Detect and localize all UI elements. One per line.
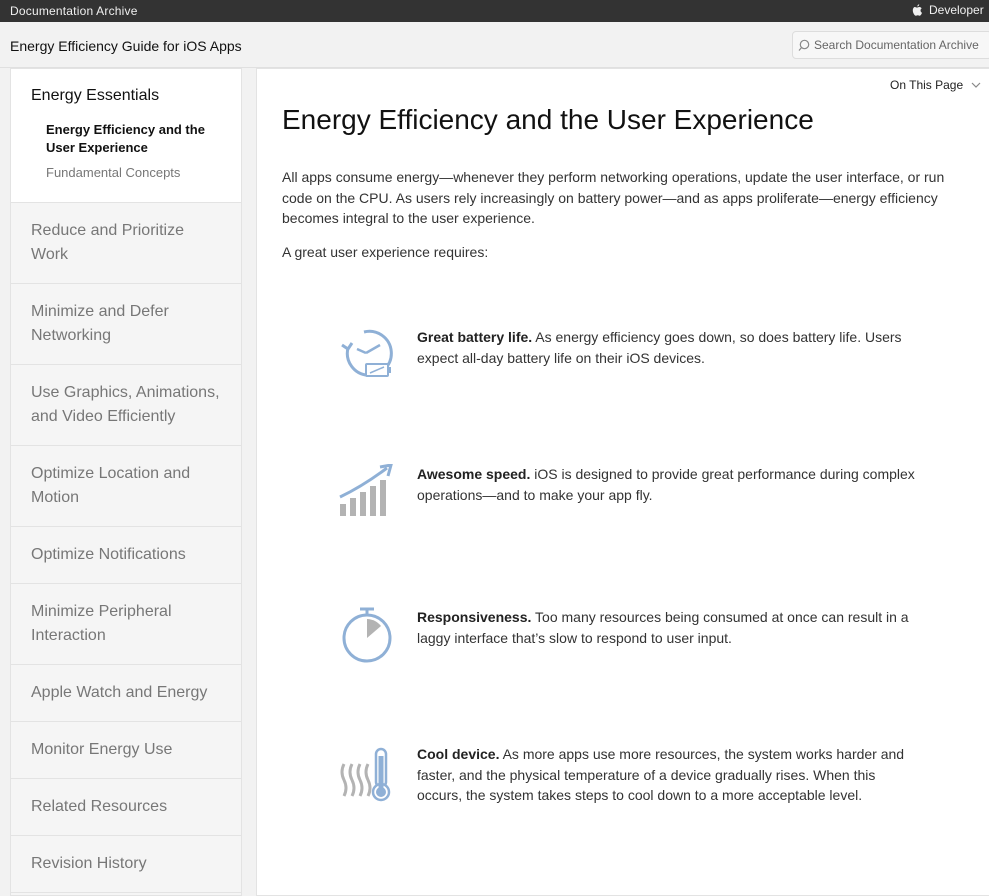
sidebar-item-monitor-energy[interactable]: Monitor Energy Use (11, 722, 241, 779)
search-box[interactable] (792, 31, 989, 59)
page-title: Energy Efficiency and the User Experienc… (282, 104, 814, 135)
on-this-page-label: On This Page (890, 78, 964, 92)
feature-cool-device-title: Cool device. (417, 746, 500, 762)
sidebar-item-related-resources[interactable]: Related Resources (11, 779, 241, 836)
sidebar: Energy Essentials Energy Efficiency and … (10, 68, 242, 896)
feature-speed-text: Awesome speed. iOS is designed to provid… (417, 464, 917, 505)
feature-responsiveness-title: Responsiveness. (417, 609, 532, 625)
top-bar: Documentation Archive Developer (0, 0, 989, 22)
sidebar-item-reduce-work[interactable]: Reduce and Prioritize Work (11, 203, 241, 284)
sidebar-subitem-fundamental-concepts[interactable]: Fundamental Concepts (31, 164, 221, 182)
sidebar-item-apple-watch[interactable]: Apple Watch and Energy (11, 665, 241, 722)
feature-battery-title: Great battery life. (417, 329, 533, 345)
sidebar-active-section: Energy Essentials Energy Efficiency and … (11, 69, 241, 203)
documentation-archive-link[interactable]: Documentation Archive (10, 4, 138, 18)
feature-battery-text: Great battery life. As energy efficiency… (417, 327, 917, 368)
on-this-page-dropdown[interactable]: On This Page (890, 78, 981, 92)
sidebar-section-energy-essentials[interactable]: Energy Essentials (31, 87, 221, 105)
search-input[interactable] (814, 38, 989, 52)
feature-cool-device-text: Cool device. As more apps use more resou… (417, 744, 917, 806)
sidebar-item-minimize-networking[interactable]: Minimize and Defer Networking (11, 284, 241, 365)
battery-clock-icon (341, 329, 393, 377)
speed-chart-icon (339, 464, 393, 516)
main-content: On This Page Energy Efficiency and the U… (256, 68, 989, 896)
sidebar-item-notifications[interactable]: Optimize Notifications (11, 527, 241, 584)
developer-link[interactable]: Developer (910, 3, 984, 17)
sidebar-item-peripheral[interactable]: Minimize Peripheral Interaction (11, 584, 241, 665)
search-icon (798, 39, 810, 51)
sidebar-item-graphics[interactable]: Use Graphics, Animations, and Video Effi… (11, 365, 241, 446)
chevron-down-icon (971, 82, 981, 88)
stopwatch-icon (342, 607, 392, 663)
thermometer-icon (340, 747, 391, 802)
feature-responsiveness-text: Responsiveness. Too many resources being… (417, 607, 917, 648)
guide-header: Energy Efficiency Guide for iOS Apps (0, 22, 989, 68)
intro-paragraph: All apps consume energy—whenever they pe… (282, 169, 945, 226)
sidebar-subitem-energy-efficiency[interactable]: Energy Efficiency and the User Experienc… (31, 121, 221, 157)
feature-speed-title: Awesome speed. (417, 466, 531, 482)
sidebar-item-location-motion[interactable]: Optimize Location and Motion (11, 446, 241, 527)
apple-logo-icon (912, 4, 922, 16)
guide-title[interactable]: Energy Efficiency Guide for iOS Apps (10, 38, 242, 54)
sidebar-item-revision-history[interactable]: Revision History (11, 836, 241, 893)
requirements-lead: A great user experience requires: (282, 244, 489, 260)
developer-label: Developer (929, 3, 984, 17)
